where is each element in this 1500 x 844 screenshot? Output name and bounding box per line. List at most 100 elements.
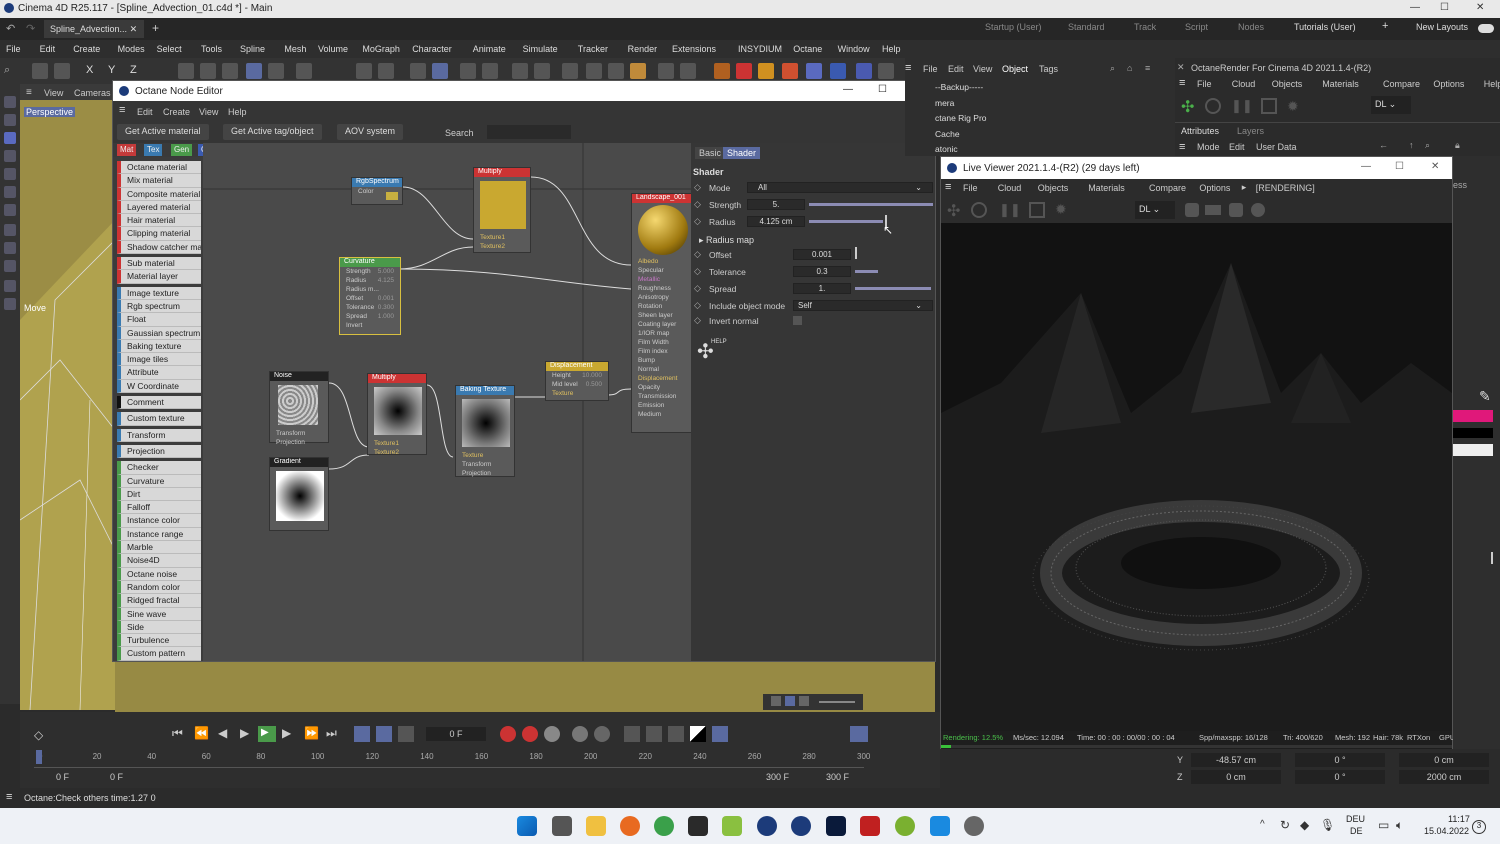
chrome-icon[interactable]: [654, 816, 674, 836]
windows-start-icon[interactable]: [517, 816, 537, 836]
lang-code[interactable]: DEU: [1346, 814, 1365, 824]
node-list-item[interactable]: Clipping material: [117, 227, 201, 241]
model-mode-icon[interactable]: [32, 63, 48, 79]
y-position-field[interactable]: -48.57 cm: [1191, 753, 1281, 767]
layout-standard[interactable]: Standard: [1068, 22, 1105, 32]
app-s-icon[interactable]: [688, 816, 708, 836]
search-icon[interactable]: ⌕: [1425, 140, 1430, 151]
hamburger-icon[interactable]: ≡: [905, 62, 911, 74]
octane-menu-file[interactable]: File: [1197, 79, 1212, 89]
slider-handle[interactable]: [1491, 552, 1493, 564]
node-list-item[interactable]: Curvature: [117, 474, 201, 488]
keyframe-icon[interactable]: ◇: [34, 728, 43, 742]
edges-mode-icon[interactable]: [200, 63, 216, 79]
play-icon[interactable]: ▶: [240, 726, 249, 740]
record-icon[interactable]: [500, 726, 516, 742]
spread-slider[interactable]: [855, 287, 931, 290]
node-list-item[interactable]: Gaussian spectrum: [117, 326, 201, 340]
layout-nodes[interactable]: Nodes: [1238, 22, 1264, 32]
region-icon[interactable]: [1029, 202, 1045, 218]
undo-icon[interactable]: ↶: [6, 22, 15, 35]
om-menu-object[interactable]: Object: [1002, 64, 1028, 74]
home-icon[interactable]: ⌂: [1127, 63, 1132, 73]
clay-mode-icon[interactable]: [1185, 203, 1199, 217]
node-list-item[interactable]: Baking texture: [117, 339, 201, 354]
filter-icon[interactable]: ≡: [1145, 63, 1150, 73]
node-list-item[interactable]: Layered material: [117, 200, 201, 215]
bevel-tool-icon[interactable]: [4, 204, 16, 216]
sculpt-tool-icon[interactable]: [4, 298, 16, 310]
node-list-item[interactable]: Custom pattern: [117, 647, 201, 661]
z-position-field[interactable]: 0 cm: [1191, 770, 1281, 784]
xp-modifier-icon[interactable]: [758, 63, 774, 79]
menu-octane[interactable]: Octane: [793, 44, 822, 54]
node-list-item[interactable]: Image tiles: [117, 353, 201, 367]
toggle-switch[interactable]: [1478, 24, 1494, 33]
keyframe-icon[interactable]: ◇: [694, 182, 701, 193]
app-green-icon[interactable]: [895, 816, 915, 836]
octane-settings-icon[interactable]: [878, 63, 894, 79]
keyframe-icon[interactable]: ◇: [694, 249, 701, 260]
layout-startup[interactable]: Startup (User): [985, 22, 1042, 32]
snap-icon[interactable]: [356, 63, 372, 79]
tray-chevron-icon[interactable]: ^: [1260, 819, 1265, 830]
node-landscape[interactable]: Landscape_001 Albedo Specular Metallic Roug…: [631, 193, 693, 433]
doc-tab[interactable]: Spline_Advection... ✕: [44, 20, 144, 38]
polygons-mode-icon[interactable]: [222, 63, 238, 79]
node-list-item[interactable]: Octane noise: [117, 567, 201, 581]
z-size-field[interactable]: 2000 cm: [1399, 770, 1489, 784]
range-end[interactable]: 300 F: [766, 772, 789, 782]
ne-maximize-icon[interactable]: ☐: [878, 84, 887, 95]
keyframe-interp-icon[interactable]: [712, 726, 728, 742]
volume-icon[interactable]: 🔈︎: [1396, 818, 1403, 833]
include-select[interactable]: Self ⌄: [793, 300, 933, 311]
radius-field[interactable]: 4.125 cm: [747, 216, 805, 227]
viewport-cameras-menu[interactable]: Cameras: [74, 88, 111, 98]
lv-close-icon[interactable]: ✕: [1431, 161, 1439, 172]
lv-menu-item[interactable]: [RENDERING]: [1256, 183, 1315, 193]
node-list-item[interactable]: Sub material: [117, 257, 201, 271]
menu-create[interactable]: Create: [73, 44, 100, 54]
node-list-item[interactable]: Image texture: [117, 286, 201, 300]
layout-track[interactable]: Track: [1134, 22, 1156, 32]
keyframe-icon[interactable]: ◇: [694, 199, 701, 210]
clock-time[interactable]: 11:17: [1448, 814, 1470, 824]
y-size-field[interactable]: 0 cm: [1399, 753, 1489, 767]
category-tab-tex[interactable]: Tex: [144, 144, 163, 156]
search-icon[interactable]: ⌕: [1110, 63, 1115, 74]
viewport-view-menu[interactable]: View: [44, 88, 63, 98]
next-key-icon[interactable]: ⏩: [304, 726, 319, 740]
workplane-icon[interactable]: [296, 63, 312, 79]
octane-menu-help[interactable]: Help: [1484, 79, 1500, 89]
node-list-item[interactable]: Transform: [117, 428, 201, 442]
restart-icon[interactable]: [1205, 98, 1221, 114]
render-view[interactable]: [941, 223, 1452, 731]
playhead[interactable]: [36, 750, 42, 764]
region-icon[interactable]: [1261, 98, 1277, 114]
xparticles-icon[interactable]: [714, 63, 730, 79]
search-input[interactable]: [487, 125, 571, 139]
radius-map-expander[interactable]: ▸ Radius map: [699, 235, 754, 246]
auto-key-icon[interactable]: [376, 726, 392, 742]
back-arrow-icon[interactable]: ←: [1379, 140, 1388, 150]
scene-icon[interactable]: [680, 63, 696, 79]
menu-edit[interactable]: Edit: [40, 44, 56, 54]
lv-menu-item[interactable]: Cloud: [998, 183, 1022, 193]
render-region-icon[interactable]: [482, 63, 498, 79]
cloner-icon[interactable]: [630, 63, 646, 79]
node-list-item[interactable]: Instance range: [117, 527, 201, 542]
pause-icon[interactable]: ❚❚: [1231, 98, 1253, 114]
object-list-item[interactable]: ctane Rig Pro: [935, 113, 1055, 129]
layout-script[interactable]: Script: [1185, 22, 1208, 32]
move-tool-icon[interactable]: [4, 96, 16, 108]
octane-menu-objects[interactable]: Objects: [1272, 79, 1303, 89]
menu-insydium[interactable]: INSYDIUM: [738, 44, 782, 54]
node-list-item[interactable]: Random color: [117, 580, 201, 595]
node-displacement[interactable]: Displacement Height 10.000 Mid level 0.500 T…: [545, 361, 609, 401]
new-layouts[interactable]: New Layouts: [1416, 22, 1468, 32]
microphone-icon[interactable]: 🎙︎: [1320, 818, 1335, 832]
octane-menu-cloud[interactable]: Cloud: [1232, 79, 1256, 89]
keyframe-icon[interactable]: ◇: [694, 315, 701, 326]
menu-modes[interactable]: Modes: [118, 44, 145, 54]
menu-extensions[interactable]: Extensions: [672, 44, 716, 54]
